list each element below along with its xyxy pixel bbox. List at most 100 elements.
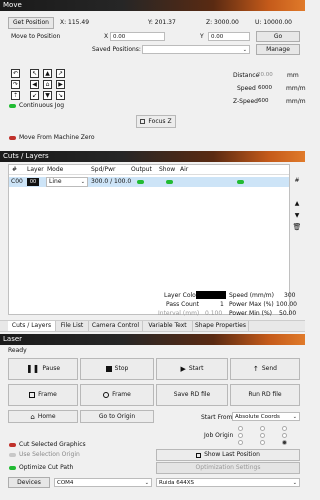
col-output: Output [131, 166, 152, 173]
power-min-label: Power Min (%) [229, 310, 272, 317]
hash-icon[interactable]: # [292, 176, 302, 186]
u-readout: U: 10000.00 [255, 19, 292, 26]
table-row[interactable]: C00 00 Line ⌄ 300.0 / 100.0 [9, 177, 289, 187]
frame-button[interactable]: Frame [8, 384, 78, 406]
move-down-icon[interactable]: ▼ [292, 211, 302, 221]
pause-button[interactable]: ❚❚ Pause [8, 358, 78, 380]
saved-positions-select[interactable]: ⌄ [142, 45, 250, 54]
distance-unit: mm [287, 72, 299, 79]
start-from-select[interactable]: Absolute Coords ⌄ [232, 412, 300, 421]
chevron-down-icon: ⌄ [80, 179, 85, 185]
air-toggle[interactable] [237, 180, 244, 184]
run-rd-button[interactable]: Run RD file [230, 384, 300, 406]
power-max-label: Power Max (%) [229, 301, 274, 308]
get-position-button[interactable]: Get Position [8, 17, 54, 29]
origin-radio-top-right[interactable] [282, 426, 287, 431]
home-button[interactable]: ⌂ Home [8, 410, 78, 423]
home-icon: ⌂ [30, 412, 35, 421]
use-selection-origin-toggle[interactable] [9, 453, 16, 457]
send-button[interactable]: ↑ Send [230, 358, 300, 380]
frame-icon [29, 392, 36, 398]
jog-right-icon[interactable]: ▶ [56, 80, 65, 89]
x-readout: X: 115.49 [60, 19, 90, 26]
power-max-value[interactable]: 100.00 [276, 301, 297, 309]
tab-shape-properties[interactable]: Shape Properties [193, 321, 249, 331]
tab-camera-control[interactable]: Camera Control [89, 321, 143, 331]
home-icon[interactable]: ⌂ [43, 80, 52, 89]
devices-button[interactable]: Devices [8, 477, 50, 488]
origin-radio-top-left[interactable] [238, 426, 243, 431]
tab-cuts-layers[interactable]: Cuts / Layers [8, 321, 56, 331]
jog-down-left-icon[interactable]: ↙ [30, 91, 39, 100]
distance-input[interactable]: 20.00 [255, 71, 282, 80]
jog-down-icon[interactable]: ▼ [43, 91, 52, 100]
optimize-cut-path-label: Optimize Cut Path [19, 464, 74, 471]
port-select[interactable]: COM4 ⌄ [54, 478, 152, 487]
cut-selected-label: Cut Selected Graphics [19, 441, 86, 448]
pass-count-label: Pass Count [166, 301, 200, 308]
mode-select[interactable]: Line ⌄ [46, 177, 88, 187]
go-to-origin-button[interactable]: Go to Origin [80, 410, 154, 423]
origin-radio-bottom-left[interactable] [238, 440, 243, 445]
move-from-zero-label: Move From Machine Zero [19, 134, 95, 141]
play-icon: ▶ [180, 365, 186, 373]
optimize-cut-path-toggle[interactable] [9, 466, 16, 470]
rotate-ccw-icon[interactable]: ↶ [11, 69, 20, 78]
cut-selected-toggle[interactable] [9, 443, 16, 447]
origin-radio-bottom-right[interactable] [282, 440, 287, 445]
jog-down-right-icon[interactable]: ↘ [56, 91, 65, 100]
jog-up-icon[interactable]: ▲ [43, 69, 52, 78]
controller-select[interactable]: Ruida 644XS ⌄ [156, 478, 300, 487]
save-rd-button[interactable]: Save RD file [156, 384, 228, 406]
show-toggle[interactable] [166, 180, 173, 184]
send-label: Send [261, 365, 277, 372]
continuous-jog-toggle[interactable] [9, 104, 16, 108]
move-up-icon[interactable]: ▲ [292, 199, 302, 209]
output-toggle[interactable] [137, 180, 144, 184]
jog-up-right-icon[interactable]: ↗ [56, 69, 65, 78]
trash-icon[interactable]: 🗑 [292, 222, 302, 232]
focus-z-button[interactable]: Focus Z [136, 115, 176, 128]
optimization-settings-button[interactable]: Optimization Settings [156, 462, 300, 474]
jog-left-icon[interactable]: ◀ [30, 80, 39, 89]
origin-radio-mid-right[interactable] [282, 433, 287, 438]
zspeed-input[interactable]: 600 [256, 97, 282, 106]
interval-value[interactable]: 0.100 [205, 310, 222, 318]
speed-label: Speed [237, 85, 256, 92]
start-label: Start [188, 365, 204, 372]
z-up-icon[interactable]: ⇡ [11, 91, 20, 100]
speed-input[interactable]: 6000 [256, 84, 282, 93]
pass-count-value[interactable]: 1 [220, 301, 224, 309]
rotate-cw-icon[interactable]: ↷ [11, 80, 20, 89]
layer-color-swatch: 00 [27, 178, 39, 186]
jog-up-left-icon[interactable]: ↖ [30, 69, 39, 78]
controller-value: Ruida 644XS [159, 480, 194, 486]
col-show: Show [159, 166, 176, 173]
layer-color-swatch-large[interactable] [196, 291, 226, 299]
y-position-input[interactable]: 0.00 [208, 32, 250, 41]
origin-radio-top-center[interactable] [260, 426, 265, 431]
origin-radio-bottom-center[interactable] [260, 440, 265, 445]
power-min-value[interactable]: 50.00 [279, 310, 296, 318]
spd-pwr-value: 300.0 / 100.0 [91, 178, 132, 185]
port-value: COM4 [57, 480, 74, 486]
show-last-position-button[interactable]: Show Last Position [156, 449, 300, 461]
tab-variable-text[interactable]: Variable Text [143, 321, 193, 331]
job-origin-label: Job Origin [204, 432, 234, 439]
move-panel-header: Move [0, 0, 305, 11]
rubber-band-frame-button[interactable]: Frame [80, 384, 154, 406]
stop-button[interactable]: Stop [80, 358, 154, 380]
speed-mm-value[interactable]: 300 [284, 292, 295, 300]
go-button[interactable]: Go [256, 31, 300, 42]
checkbox-icon [196, 452, 202, 458]
speed-unit: mm/m [286, 85, 306, 92]
move-from-zero-toggle[interactable] [9, 136, 16, 140]
x-position-input[interactable]: 0.00 [110, 32, 165, 41]
manage-button[interactable]: Manage [256, 44, 300, 55]
origin-radio-center[interactable] [260, 433, 265, 438]
speed-mm-label: Speed (mm/m) [229, 292, 274, 299]
origin-radio-mid-left[interactable] [238, 433, 243, 438]
focus-z-label: Focus Z [148, 117, 172, 125]
start-button[interactable]: ▶ Start [156, 358, 228, 380]
tab-file-list[interactable]: File List [56, 321, 89, 331]
